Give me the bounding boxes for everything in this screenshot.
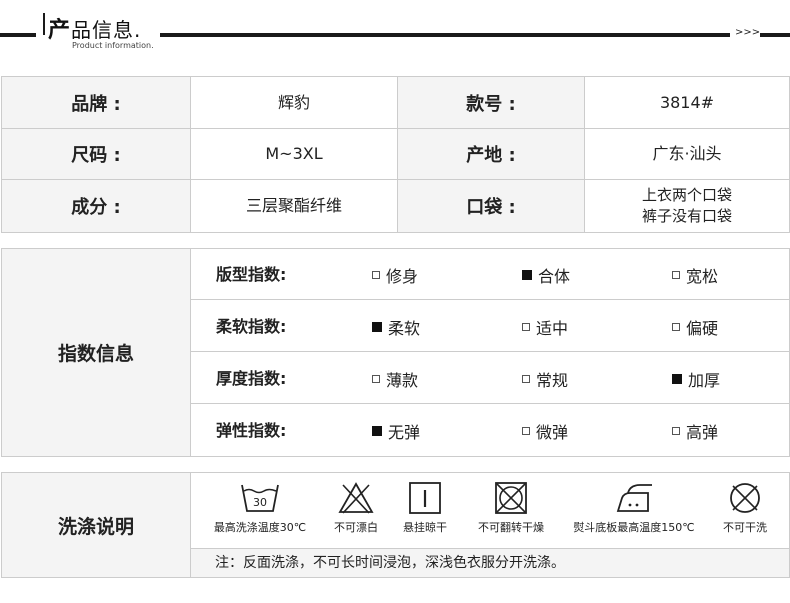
index-name: 弹性指数: bbox=[216, 421, 287, 440]
option-label: 柔软 bbox=[388, 318, 421, 338]
index-option: 合体 bbox=[522, 249, 570, 300]
index-option: 柔软 bbox=[372, 301, 420, 352]
checkbox-icon bbox=[522, 374, 530, 383]
index-table: 指数信息 版型指数: 修身 合体 宽松 柔软指数: 柔软 适中 偏硬 厚度指数:… bbox=[1, 248, 790, 457]
no-bleach-icon bbox=[338, 482, 374, 514]
option-label: 高弹 bbox=[686, 422, 719, 442]
wash-note: 注：反面洗涤，不可长时间浸泡，深浅色衣服分开洗涤。 bbox=[191, 549, 789, 577]
checkbox-icon bbox=[372, 374, 380, 383]
option-label: 常规 bbox=[536, 370, 569, 390]
checkbox-checked-icon bbox=[672, 373, 682, 384]
option-label: 合体 bbox=[538, 266, 571, 286]
material-label: 成分 : bbox=[2, 180, 191, 232]
index-title: 指数信息 bbox=[2, 249, 191, 456]
section-subtitle: Product information. bbox=[72, 41, 154, 50]
style-no-value: 3814# bbox=[585, 77, 789, 129]
wash-title: 洗涤说明 bbox=[2, 473, 191, 577]
no-dry-clean-icon bbox=[730, 483, 760, 513]
header-left-rule bbox=[0, 33, 36, 37]
checkbox-icon bbox=[522, 426, 530, 435]
section-title-rest: 品信息 bbox=[71, 18, 135, 42]
wash-caption: 悬挂晾干 bbox=[403, 521, 447, 534]
wash-item: 悬挂晾干 bbox=[395, 481, 455, 535]
index-row-elasticity: 弹性指数: 无弹 微弹 高弹 bbox=[191, 405, 789, 456]
header-vertical-bar bbox=[43, 13, 45, 35]
index-name: 柔软指数: bbox=[216, 317, 287, 336]
checkbox-checked-icon bbox=[372, 321, 382, 332]
checkbox-icon bbox=[672, 426, 680, 435]
index-name: 厚度指数: bbox=[216, 369, 287, 388]
origin-label: 产地 : bbox=[398, 129, 585, 180]
checkbox-checked-icon bbox=[372, 425, 382, 436]
wash-table: 洗涤说明 30 最高洗涤温度30℃ 不可漂白 悬挂晾干 不可翻转干燥 熨斗底板最… bbox=[1, 472, 790, 578]
wash-temp-text: 30 bbox=[253, 496, 267, 509]
wash-item: 不可翻转干燥 bbox=[471, 481, 551, 535]
index-option: 修身 bbox=[372, 249, 418, 300]
wash-item: 熨斗底板最高温度150℃ bbox=[566, 481, 702, 535]
size-label: 尺码 : bbox=[2, 129, 191, 180]
wash-caption: 不可干洗 bbox=[723, 521, 767, 534]
wash-caption: 最高洗涤温度30℃ bbox=[213, 521, 307, 534]
checkbox-icon bbox=[372, 270, 380, 279]
index-option: 偏硬 bbox=[672, 301, 718, 352]
option-label: 薄款 bbox=[386, 370, 419, 390]
option-label: 适中 bbox=[536, 318, 569, 338]
index-option: 高弹 bbox=[672, 405, 718, 456]
section-title-first-char: 产 bbox=[48, 18, 72, 43]
index-option: 加厚 bbox=[672, 353, 720, 404]
header-main-rule bbox=[160, 33, 730, 37]
wash-icons-area: 30 最高洗涤温度30℃ 不可漂白 悬挂晾干 不可翻转干燥 熨斗底板最高温度15… bbox=[191, 473, 789, 549]
index-option: 宽松 bbox=[672, 249, 718, 300]
option-label: 无弹 bbox=[388, 422, 421, 442]
hang-dry-icon bbox=[409, 482, 441, 514]
section-title: 产品信息. bbox=[48, 12, 141, 44]
index-option: 薄款 bbox=[372, 353, 418, 404]
iron-icon bbox=[616, 484, 652, 512]
wash-caption: 熨斗底板最高温度150℃ bbox=[573, 521, 695, 534]
index-option: 无弹 bbox=[372, 405, 420, 456]
index-name: 版型指数: bbox=[216, 265, 287, 284]
wash-item: 不可漂白 bbox=[326, 481, 386, 535]
index-option: 微弹 bbox=[522, 405, 568, 456]
wash-caption: 不可翻转干燥 bbox=[478, 521, 544, 534]
style-no-label: 款号 : bbox=[398, 77, 585, 129]
wash-item: 30 最高洗涤温度30℃ bbox=[211, 481, 309, 535]
size-value: M~3XL bbox=[191, 129, 398, 180]
option-label: 修身 bbox=[386, 266, 419, 286]
option-label: 加厚 bbox=[688, 370, 721, 390]
option-label: 宽松 bbox=[686, 266, 719, 286]
brand-label: 品牌 : bbox=[2, 77, 191, 129]
index-row-thickness: 厚度指数: 薄款 常规 加厚 bbox=[191, 353, 789, 404]
checkbox-icon bbox=[672, 322, 680, 331]
no-tumble-dry-icon bbox=[495, 482, 527, 514]
pocket-value-line-2: 裤子没有口袋 bbox=[641, 207, 732, 225]
wash-item: 不可干洗 bbox=[715, 481, 775, 535]
origin-value: 广东·汕头 bbox=[585, 129, 789, 180]
basic-info-table: 品牌 : 辉豹 款号 : 3814# 尺码 : M~3XL 产地 : 广东·汕头… bbox=[1, 76, 790, 233]
header-arrows: >>> bbox=[735, 27, 761, 38]
wash-caption: 不可漂白 bbox=[334, 521, 378, 534]
material-value: 三层聚酯纤维 bbox=[191, 180, 398, 232]
index-row-softness: 柔软指数: 柔软 适中 偏硬 bbox=[191, 301, 789, 352]
pocket-value-line-1: 上衣两个口袋 bbox=[641, 186, 732, 204]
pocket-value: 上衣两个口袋 裤子没有口袋 bbox=[585, 180, 789, 232]
checkbox-icon bbox=[522, 322, 530, 331]
checkbox-icon bbox=[672, 270, 680, 279]
option-label: 微弹 bbox=[536, 422, 569, 442]
checkbox-checked-icon bbox=[522, 269, 532, 280]
wash-30-icon: 30 bbox=[241, 484, 279, 512]
index-row-fit: 版型指数: 修身 合体 宽松 bbox=[191, 249, 789, 300]
pocket-label: 口袋 : bbox=[398, 180, 585, 232]
option-label: 偏硬 bbox=[686, 318, 719, 338]
index-option: 常规 bbox=[522, 353, 568, 404]
header-right-rule bbox=[760, 33, 790, 37]
index-option: 适中 bbox=[522, 301, 568, 352]
brand-value: 辉豹 bbox=[191, 77, 398, 129]
section-title-dot: . bbox=[134, 18, 142, 42]
